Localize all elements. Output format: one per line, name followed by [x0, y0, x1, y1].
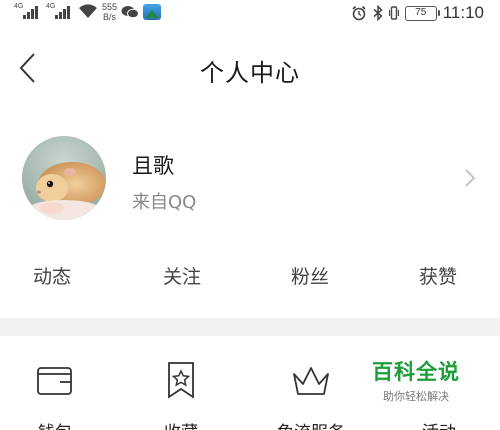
menu-label-free-data: 免流服务 — [256, 418, 366, 430]
stat-followers[interactable]: 粉丝 — [270, 262, 350, 289]
user-name: 且歌 — [132, 154, 174, 178]
hamster-avatar-image — [22, 136, 106, 220]
watermark-subtitle: 助你轻松解决 — [383, 390, 449, 403]
page-header: 个人中心 — [0, 40, 500, 96]
wallet-icon — [37, 367, 72, 395]
chevron-right-icon — [465, 169, 476, 187]
network-speed-unit: B/s — [103, 12, 117, 22]
menu-label-favorites: 收藏 — [126, 418, 236, 430]
battery-indicator: 75 — [404, 5, 440, 21]
section-divider — [0, 318, 500, 336]
wechat-icon — [121, 6, 140, 19]
user-source: 来自QQ — [132, 192, 197, 213]
menu-label-wallet: 钱包 — [0, 418, 110, 430]
bookmark-star-icon — [168, 362, 194, 399]
signal-icon-sim2: 4G — [46, 2, 74, 22]
wifi-icon — [79, 4, 97, 19]
network-speed-value: 555 — [102, 2, 118, 12]
network-speed: 555 B/s — [102, 2, 117, 22]
vibrate-icon — [388, 6, 399, 20]
menu-label-activities: 活动 — [384, 418, 494, 430]
gallery-app-icon — [143, 4, 162, 20]
menu-item-favorites[interactable]: 收藏 — [126, 336, 236, 430]
avatar[interactable] — [22, 136, 106, 220]
menu-item-wallet[interactable]: 钱包 — [0, 336, 110, 430]
stat-likes[interactable]: 获赞 — [398, 262, 478, 289]
bluetooth-icon — [373, 5, 383, 21]
crown-icon — [293, 367, 329, 395]
signal-icon-sim1: 4G — [14, 2, 42, 22]
stat-following[interactable]: 关注 — [142, 262, 222, 289]
page-title: 个人中心 — [200, 59, 300, 87]
status-bar: 4G 4G 555 B/s 75 11:10 — [0, 0, 500, 30]
menu-item-free-data[interactable]: 免流服务 — [256, 336, 366, 430]
watermark-title: 百科全说 — [372, 360, 460, 384]
sim1-network-label: 4G — [14, 3, 24, 10]
stat-posts[interactable]: 动态 — [12, 262, 92, 289]
profile-card[interactable]: 且歌 来自QQ — [0, 126, 500, 226]
sim2-network-label: 4G — [46, 3, 56, 10]
status-time: 11:10 — [442, 3, 484, 22]
stats-row: 动态 关注 粉丝 获赞 — [0, 262, 500, 296]
watermark: 百科全说 助你轻松解决 — [372, 356, 460, 404]
alarm-icon — [352, 5, 366, 21]
